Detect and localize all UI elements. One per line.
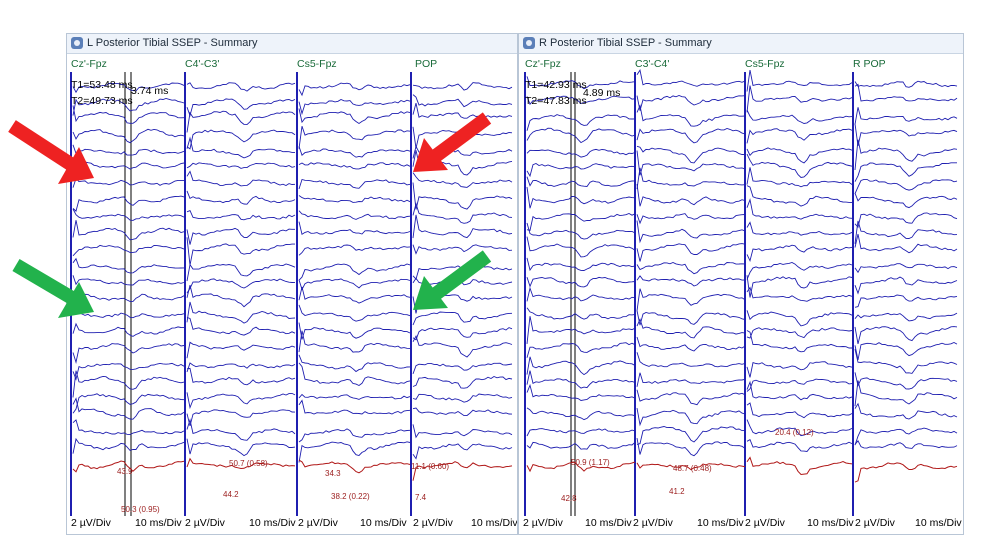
red-arrow-icon xyxy=(8,120,94,184)
annotation-arrows xyxy=(8,112,492,318)
red-arrow-icon xyxy=(413,112,492,172)
green-arrow-icon xyxy=(12,258,94,318)
green-arrow-icon xyxy=(413,250,492,310)
